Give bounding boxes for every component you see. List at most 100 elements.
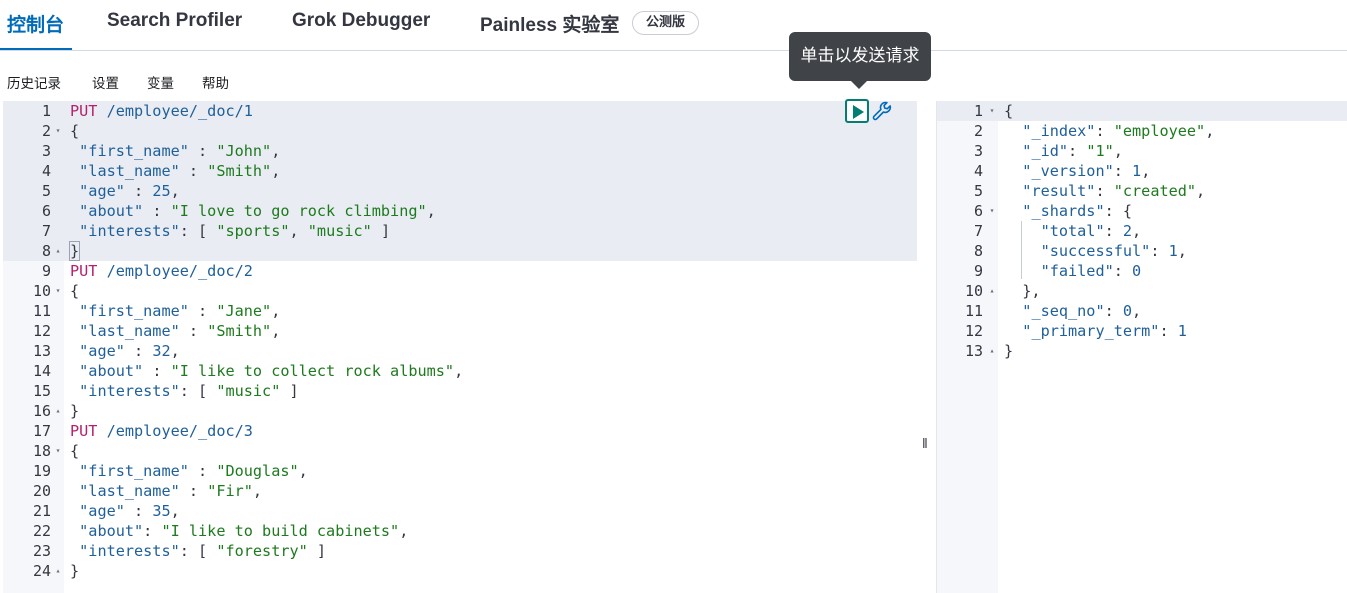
fold-close-icon[interactable]: ▴ <box>53 401 63 421</box>
code-line[interactable]: 12 "last_name" : "Smith", <box>3 321 917 341</box>
code-line[interactable]: 12 "_primary_term": 1 <box>937 321 1347 341</box>
code-token: : <box>179 162 208 180</box>
code-line[interactable]: 22 "about": "I like to build cabinets", <box>3 521 917 541</box>
code-token: "age" <box>79 182 125 200</box>
code-line[interactable]: 3 "first_name" : "John", <box>3 141 917 161</box>
code-token: , <box>170 502 180 520</box>
fold-close-icon[interactable]: ▴ <box>987 341 997 361</box>
code-text: { <box>1004 101 1013 121</box>
code-line[interactable]: 11 "first_name" : "Jane", <box>3 301 917 321</box>
line-number: 12 <box>964 322 983 340</box>
fold-open-icon[interactable]: ▾ <box>987 201 997 221</box>
code-line[interactable]: 6 ▾ "_shards": { <box>937 201 1347 221</box>
fold-open-icon[interactable]: ▾ <box>53 121 63 141</box>
code-line[interactable]: 19 "first_name" : "Douglas", <box>3 461 917 481</box>
code-line[interactable]: 7 "interests": [ "sports", "music" ] <box>3 221 917 241</box>
fold-open-icon[interactable]: ▾ <box>987 101 997 121</box>
code-line[interactable]: 4 "last_name" : "Smith", <box>3 161 917 181</box>
code-token: : <box>1095 182 1114 200</box>
code-token: "about" <box>79 362 144 380</box>
fold-close-icon[interactable]: ▴ <box>53 561 63 581</box>
code-line[interactable]: 21 "age" : 35, <box>3 501 917 521</box>
code-token: : <box>124 182 153 200</box>
code-line[interactable]: 1 PUT /employee/_doc/1 <box>3 101 917 121</box>
code-token: "interests" <box>79 222 180 240</box>
code-line[interactable]: 13 ▴} <box>937 341 1347 361</box>
tab-search-profiler[interactable]: Search Profiler <box>107 10 242 32</box>
code-token: "Smith" <box>207 162 272 180</box>
code-line[interactable]: 16 ▴} <box>3 401 917 421</box>
line-number: 8 <box>973 242 983 260</box>
line-number: 9 <box>973 262 983 280</box>
code-text: "first_name" : "John", <box>70 141 280 161</box>
code-line[interactable]: 4 "_version": 1, <box>937 161 1347 181</box>
wrench-icon[interactable] <box>871 100 893 122</box>
fold-close-icon[interactable]: ▴ <box>987 281 997 301</box>
fold-open-icon[interactable]: ▾ <box>53 281 63 301</box>
code-line[interactable]: 6 "about" : "I love to go rock climbing"… <box>3 201 917 221</box>
response-lines: 1 ▾ {2 "_index": "employee", 3 "_id": "1", 4… <box>937 101 1347 361</box>
code-line[interactable]: 8 "successful": 1, <box>937 241 1347 261</box>
code-line[interactable]: 2 "_index": "employee", <box>937 121 1347 141</box>
code-token: : { <box>1104 202 1133 220</box>
code-line[interactable]: 5 "result": "created", <box>937 181 1347 201</box>
fold-open-icon[interactable]: ▾ <box>53 441 63 461</box>
send-request-button[interactable] <box>845 99 869 123</box>
pane-splitter[interactable]: ‖ <box>922 435 928 451</box>
tab-painless-lab[interactable]: Painless 实验室 <box>480 10 619 37</box>
line-number: 2 <box>973 122 983 140</box>
code-line[interactable]: 5 "age" : 25, <box>3 181 917 201</box>
code-line[interactable]: 8 ▴} <box>3 241 917 261</box>
code-line[interactable]: 7 "total": 2, <box>937 221 1347 241</box>
code-token: } <box>68 241 81 261</box>
menu-history[interactable]: 历史记录 <box>7 72 61 92</box>
code-line[interactable]: 17 PUT /employee/_doc/3 <box>3 421 917 441</box>
code-token: "created" <box>1113 182 1197 200</box>
code-token: 1 <box>1177 322 1187 340</box>
code-token: "1" <box>1086 142 1114 160</box>
code-token: 35 <box>152 502 171 520</box>
code-token: "first_name" <box>79 142 189 160</box>
code-line[interactable]: 15 "interests": [ "music" ] <box>3 381 917 401</box>
line-number: 22 <box>32 522 51 540</box>
code-line[interactable]: 9 "failed": 0 <box>937 261 1347 281</box>
line-number: 7 <box>41 222 51 240</box>
code-line[interactable]: 9 PUT /employee/_doc/2 <box>3 261 917 281</box>
code-token: "about" <box>79 522 144 540</box>
code-token: "_index" <box>1022 122 1096 140</box>
line-number: 15 <box>32 382 51 400</box>
fold-close-icon[interactable]: ▴ <box>53 241 63 261</box>
code-line[interactable]: 10 ▴ }, <box>937 281 1347 301</box>
code-line[interactable]: 1 ▾ { <box>937 101 1347 121</box>
menu-variables[interactable]: 变量 <box>147 72 174 92</box>
request-editor[interactable]: 1 PUT /employee/_doc/1 2 ▾{3 "first_name" :… <box>3 101 917 593</box>
code-line[interactable]: 13 "age" : 32, <box>3 341 917 361</box>
code-token: /employee/_doc/2 <box>106 262 253 280</box>
response-viewer[interactable]: 1 ▾ {2 "_index": "employee", 3 "_id": "1", 4… <box>936 101 1347 593</box>
code-token: , <box>399 522 409 540</box>
code-line[interactable]: 2 ▾ { <box>3 121 917 141</box>
menu-settings[interactable]: 设置 <box>92 72 119 92</box>
code-line[interactable]: 24 ▴} <box>3 561 917 581</box>
code-line[interactable]: 18 ▾ { <box>3 441 917 461</box>
code-token: /employee/_doc/1 <box>106 102 253 120</box>
code-line[interactable]: 20 "last_name" : "Fir", <box>3 481 917 501</box>
code-line[interactable]: 14 "about" : "I like to collect rock alb… <box>3 361 917 381</box>
code-token: , <box>289 222 308 240</box>
code-line[interactable]: 11 "_seq_no": 0, <box>937 301 1347 321</box>
code-token: : <box>143 522 162 540</box>
code-text: "interests": [ "music" ] <box>70 381 298 401</box>
tab-console[interactable]: 控制台 <box>7 10 64 37</box>
code-line[interactable]: 23 "interests": [ "forestry" ] <box>3 541 917 561</box>
menu-help[interactable]: 帮助 <box>202 72 229 92</box>
tab-grok-debugger[interactable]: Grok Debugger <box>292 10 430 32</box>
line-number: 2 <box>41 122 51 140</box>
code-line[interactable]: 3 "_id": "1", <box>937 141 1347 161</box>
code-line[interactable]: 10 ▾ { <box>3 281 917 301</box>
line-number: 5 <box>41 182 51 200</box>
